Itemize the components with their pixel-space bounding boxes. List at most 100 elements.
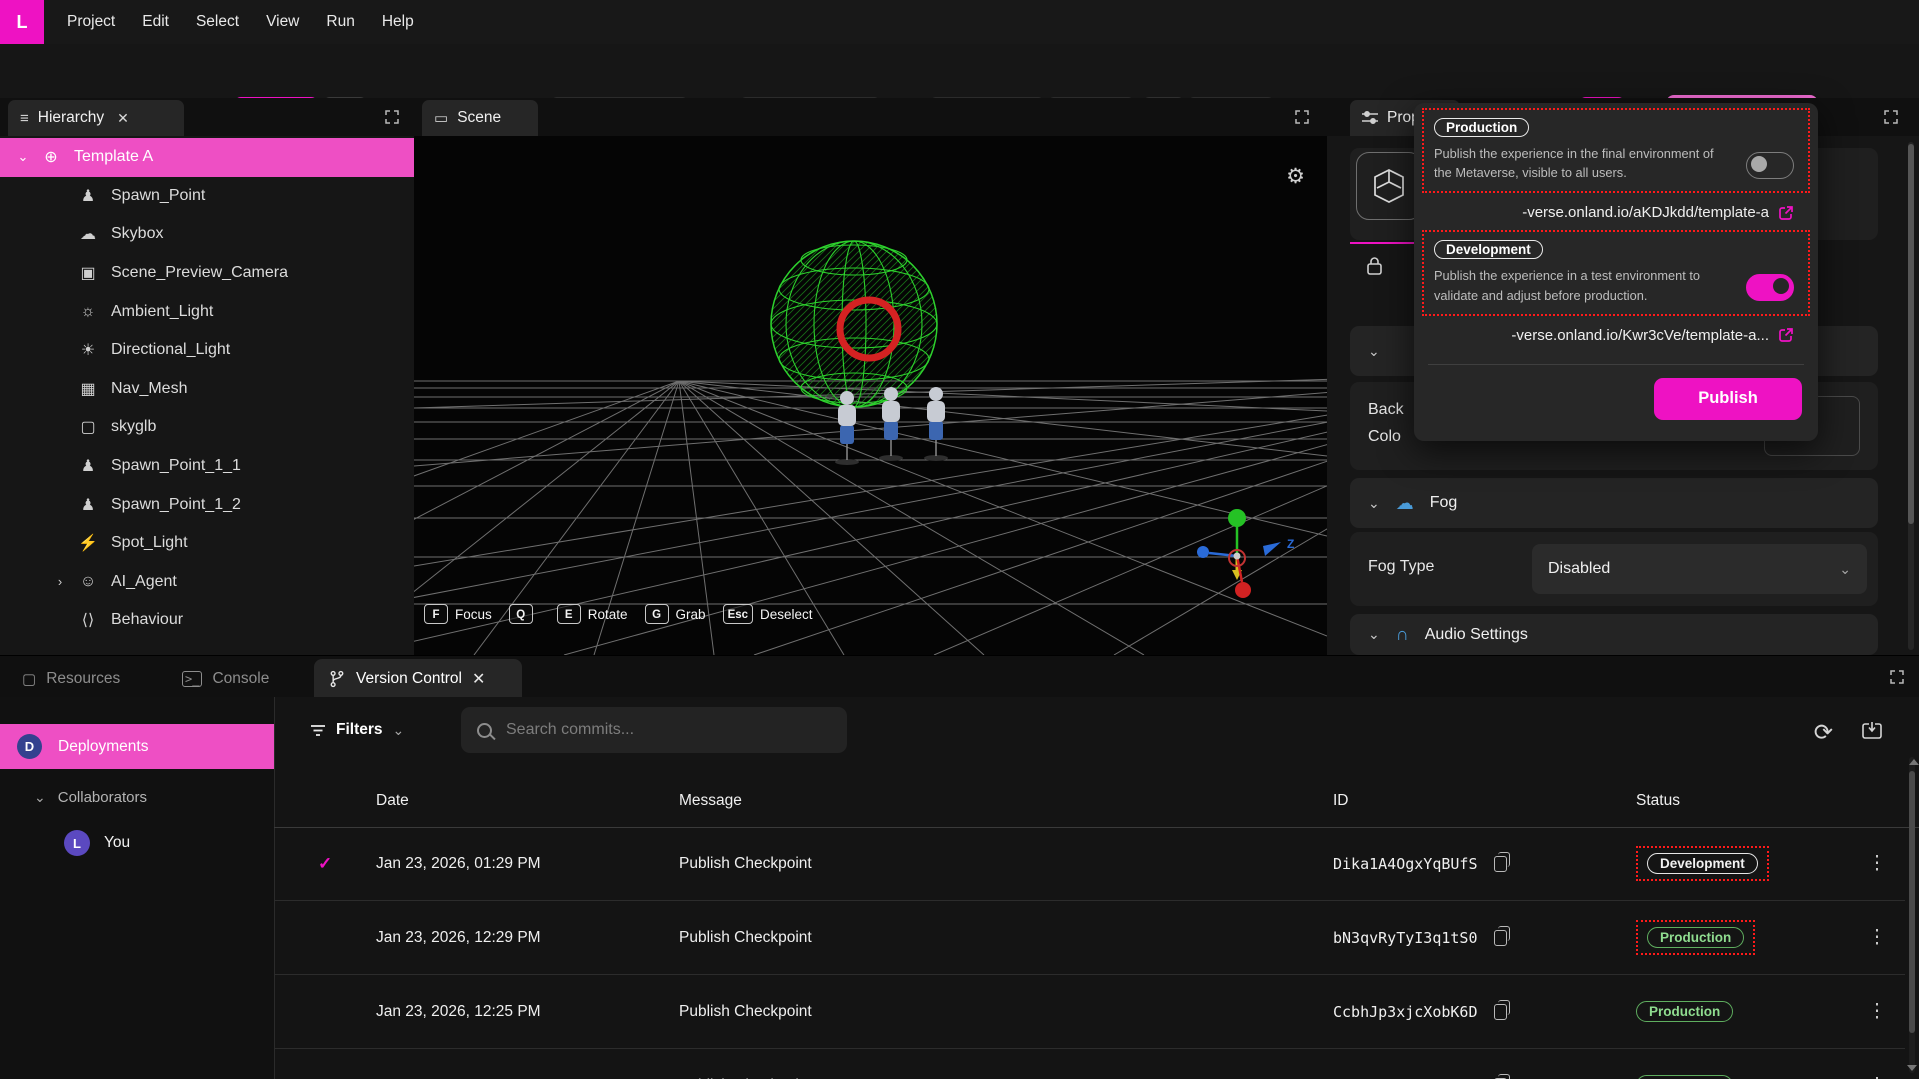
scrollbar-track[interactable] bbox=[1909, 757, 1915, 1073]
production-link[interactable]: -verse.onland.io/aKDJkdd/template-a bbox=[1522, 204, 1769, 221]
tab-label: Hierarchy bbox=[38, 109, 104, 127]
deployment-settings-icon[interactable] bbox=[1861, 721, 1883, 741]
menu-item[interactable]: Select bbox=[196, 13, 239, 31]
chevron-down-icon: ⌄ bbox=[393, 723, 405, 737]
expand-icon[interactable] bbox=[1889, 669, 1905, 685]
hierarchy-item[interactable]: ☁ Skybox bbox=[0, 215, 414, 254]
sidebar-item-deployments[interactable]: D Deployments bbox=[0, 724, 274, 769]
commits-table: ✓ Jan 23, 2026, 01:29 PM Publish Checkpo… bbox=[274, 827, 1905, 1079]
tab-label: Version Control bbox=[356, 670, 462, 688]
menu-item[interactable]: Run bbox=[326, 13, 354, 31]
scrollbar-thumb[interactable] bbox=[1909, 771, 1915, 1033]
expand-icon[interactable] bbox=[384, 109, 400, 125]
external-link-icon[interactable] bbox=[1778, 205, 1794, 221]
copy-icon[interactable] bbox=[1494, 856, 1507, 872]
close-icon[interactable]: ✕ bbox=[117, 110, 129, 127]
development-section: Development Publish the experience in a … bbox=[1422, 230, 1810, 315]
hierarchy-item[interactable]: ⌄ ⊕ Template A bbox=[0, 138, 414, 177]
hierarchy-item[interactable]: ♟ Spawn_Point_1_2 bbox=[0, 485, 414, 524]
commit-row[interactable]: Jan 22, 2026, 12:57 PM Publish Checkpoin… bbox=[274, 1049, 1905, 1079]
headphones-icon: ∩ bbox=[1396, 624, 1409, 645]
development-link[interactable]: -verse.onland.io/Kwr3cVe/template-a... bbox=[1511, 327, 1769, 344]
object-type-icon: ♟ bbox=[73, 186, 103, 206]
tab-version-control[interactable]: Version Control ✕ bbox=[314, 659, 522, 698]
viewport-settings-gear-icon[interactable]: ⚙ bbox=[1286, 164, 1305, 189]
expand-chevron-icon[interactable]: ⌄ bbox=[10, 149, 36, 165]
lock-icon[interactable] bbox=[1366, 256, 1383, 276]
sidebar-item-collaborators[interactable]: ⌄ Collaborators bbox=[0, 779, 274, 815]
object-name: Spot_Light bbox=[111, 534, 188, 552]
filters-label: Filters bbox=[336, 721, 383, 739]
object-type-icon: ☼ bbox=[73, 303, 103, 321]
filters-button[interactable]: Filters ⌄ bbox=[310, 721, 404, 739]
menu-item[interactable]: View bbox=[266, 13, 299, 31]
hierarchy-item[interactable]: ⚡ Spot_Light bbox=[0, 524, 414, 563]
menu-items: Project Edit Select View Run Help bbox=[67, 13, 414, 31]
object-name: Spawn_Point bbox=[111, 187, 205, 205]
app-logo[interactable]: L bbox=[0, 0, 44, 44]
bottom-tab-bar: ▢ Resources >_ Console Version Control ✕ bbox=[0, 655, 1919, 698]
hierarchy-item[interactable]: ▢ skyglb bbox=[0, 408, 414, 447]
tab-hierarchy[interactable]: ≡ Hierarchy ✕ bbox=[8, 100, 184, 136]
search-commits-box[interactable] bbox=[461, 707, 847, 753]
status-badge-wrap: Production bbox=[1636, 1075, 1733, 1079]
menu-item[interactable]: Help bbox=[382, 13, 414, 31]
object-type-box[interactable] bbox=[1356, 152, 1422, 220]
tab-resources[interactable]: ▢ Resources bbox=[8, 659, 134, 698]
row-menu-kebab-icon[interactable]: ⋮ bbox=[1849, 852, 1905, 875]
commit-row[interactable]: Jan 23, 2026, 12:29 PM Publish Checkpoin… bbox=[274, 901, 1905, 975]
copy-icon[interactable] bbox=[1494, 1004, 1507, 1020]
development-toggle[interactable] bbox=[1746, 274, 1794, 301]
search-input[interactable] bbox=[504, 720, 808, 740]
scrollbar-thumb[interactable] bbox=[1908, 144, 1914, 524]
hierarchy-item[interactable]: ♟ Spawn_Point bbox=[0, 177, 414, 216]
development-link-row: -verse.onland.io/Kwr3cVe/template-a... bbox=[1414, 316, 1818, 348]
sidebar-item-you[interactable]: L You bbox=[0, 823, 274, 863]
deployments-avatar: D bbox=[17, 734, 42, 759]
viewport-canvas[interactable]: Z ⚙ F Focus Q E bbox=[414, 136, 1327, 655]
commit-row[interactable]: Jan 23, 2026, 12:25 PM Publish Checkpoin… bbox=[274, 975, 1905, 1049]
hierarchy-item[interactable]: ▦ Nav_Mesh bbox=[0, 370, 414, 409]
fog-section-header[interactable]: ⌄ ☁ Fog bbox=[1350, 478, 1878, 528]
production-badge: Production bbox=[1434, 118, 1529, 137]
copy-icon[interactable] bbox=[1494, 930, 1507, 946]
object-name: Directional_Light bbox=[111, 341, 230, 359]
shortcut-hint: Esc Deselect bbox=[723, 604, 821, 624]
external-link-icon[interactable] bbox=[1778, 327, 1794, 343]
menu-item[interactable]: Project bbox=[67, 13, 115, 31]
tab-scene[interactable]: ▭ Scene bbox=[422, 100, 538, 136]
expand-icon[interactable] bbox=[1883, 109, 1899, 125]
fog-type-select[interactable]: Disabled ⌄ bbox=[1532, 544, 1867, 594]
object-name: Template A bbox=[74, 148, 153, 166]
shortcut-hint: Q bbox=[509, 604, 548, 624]
menu-item[interactable]: Edit bbox=[142, 13, 169, 31]
status-badge: Production bbox=[1636, 1075, 1733, 1079]
commit-row[interactable]: ✓ Jan 23, 2026, 01:29 PM Publish Checkpo… bbox=[274, 827, 1905, 901]
production-link-row: -verse.onland.io/aKDJkdd/template-a bbox=[1414, 193, 1818, 225]
row-menu-kebab-icon[interactable]: ⋮ bbox=[1849, 1000, 1905, 1023]
scroll-down-arrow-icon[interactable] bbox=[1907, 1065, 1917, 1071]
close-icon[interactable]: ✕ bbox=[472, 669, 485, 689]
audio-settings-section-header[interactable]: ⌄ ∩ Audio Settings bbox=[1350, 614, 1878, 655]
hierarchy-item[interactable]: › ☺ AI_Agent bbox=[0, 563, 414, 602]
object-name: Spawn_Point_1_1 bbox=[111, 457, 241, 475]
row-menu-kebab-icon[interactable]: ⋮ bbox=[1849, 926, 1905, 949]
commit-id-cell: bN3qvRyTyI3q1tS0 bbox=[1333, 929, 1636, 947]
scrollbar-track[interactable] bbox=[1908, 142, 1914, 650]
hierarchy-item[interactable]: ☼ Ambient_Light bbox=[0, 292, 414, 331]
refresh-icon[interactable]: ⟳ bbox=[1814, 719, 1833, 746]
scroll-up-arrow-icon[interactable] bbox=[1909, 759, 1919, 765]
hierarchy-item[interactable]: ⟨⟩ Behaviour bbox=[0, 601, 414, 640]
toolbar: ↺ ↻ ⌄ Wo bbox=[0, 44, 1919, 99]
row-menu-kebab-icon[interactable]: ⋮ bbox=[1849, 1074, 1905, 1079]
hierarchy-item[interactable]: ♟ Spawn_Point_1_1 bbox=[0, 447, 414, 486]
hierarchy-item[interactable]: ▣ Scene_Preview_Camera bbox=[0, 254, 414, 293]
avatar-figures bbox=[835, 387, 948, 465]
tab-console[interactable]: >_ Console bbox=[168, 659, 283, 698]
divider bbox=[1428, 364, 1804, 365]
expand-icon[interactable] bbox=[1294, 109, 1310, 125]
production-toggle[interactable] bbox=[1746, 152, 1794, 179]
publish-button[interactable]: Publish bbox=[1654, 378, 1802, 420]
expand-chevron-icon[interactable]: › bbox=[47, 574, 73, 589]
hierarchy-item[interactable]: ☀ Directional_Light bbox=[0, 331, 414, 370]
